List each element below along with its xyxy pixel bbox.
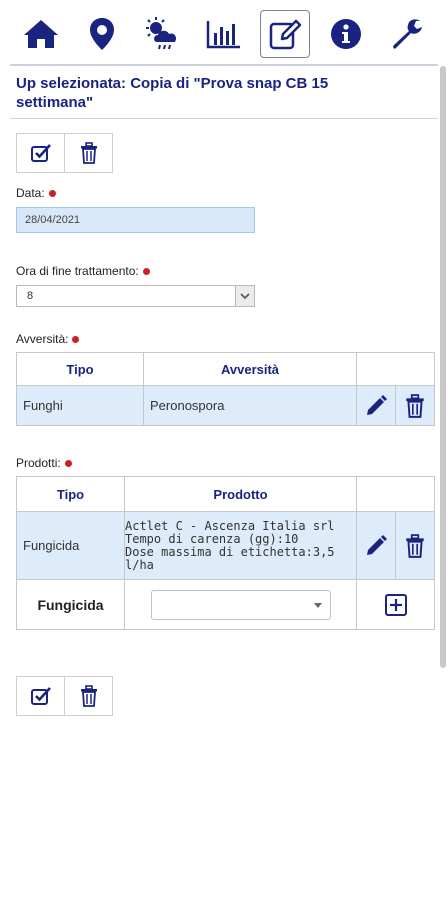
nav-weather-button[interactable] [138,10,188,58]
date-field[interactable]: 28/04/2021 [16,207,255,233]
column-header-avversita: Avversità [143,352,357,386]
products-table-header: Tipo Prodotto [16,476,435,512]
table-row[interactable]: Funghi Peronospora [16,385,435,426]
trash-icon [80,142,97,164]
add-product-row: Fungicida [16,579,435,630]
weather-icon [146,17,177,50]
required-indicator [64,460,72,468]
confirm-button[interactable] [17,134,64,172]
product-name: Actlet C - Ascenza Italia srl [125,518,335,533]
edit-row-button[interactable] [356,385,396,426]
add-product-button[interactable] [356,579,435,630]
date-label: Data: [16,186,56,200]
info-icon [331,19,361,49]
top-action-group [16,133,113,173]
edit-row-button[interactable] [356,511,396,580]
bar-chart-icon [206,21,240,49]
delete-row-button[interactable] [395,385,435,426]
top-navbar [0,0,448,64]
checkbox-check-icon [30,687,51,705]
nav-info-button[interactable] [321,10,371,58]
adversity-label-text: Avversità: [16,332,69,346]
required-indicator [72,336,80,344]
new-product-select-cell [124,579,357,630]
delete-button[interactable] [64,134,112,172]
required-indicator [142,268,150,276]
nav-home-button[interactable] [16,10,66,58]
title-divider [10,118,438,119]
page-title: Up selezionata: Copia di "Prova snap CB … [16,75,329,111]
end-time-select[interactable]: 8 [16,285,255,307]
plus-square-icon [384,593,407,616]
bottom-action-group [16,676,113,716]
required-indicator [48,190,56,198]
end-time-label-text: Ora di fine trattamento: [16,264,139,278]
wrench-icon [393,19,422,49]
adversity-table: Tipo Avversità Funghi Peronospora [16,352,435,426]
column-header-tipo: Tipo [16,476,125,512]
product-max-dose: Dose massima di etichetta:3,5 [125,544,335,559]
end-time-label: Ora di fine trattamento: [16,264,150,278]
adversity-label: Avversità: [16,332,80,346]
products-table: Tipo Prodotto Fungicida Actlet C - Ascen… [16,476,435,630]
product-type-cell: Fungicida [16,511,125,580]
new-product-type-cell: Fungicida [16,579,125,630]
delete-button[interactable] [64,677,112,715]
column-header-actions [356,476,435,512]
product-select[interactable] [150,589,331,620]
product-waiting-time: Tempo di carenza (gg):10 [125,531,299,546]
trash-icon [406,533,424,558]
nav-settings-button[interactable] [382,10,432,58]
products-label-text: Prodotti: [16,456,61,470]
nav-divider [10,64,438,66]
products-label: Prodotti: [16,456,72,470]
product-dose-unit: l/ha [125,557,154,572]
pencil-icon [367,394,387,415]
trash-icon [406,393,424,418]
nav-edit-button[interactable] [260,10,310,58]
adversity-type-cell: Funghi [16,385,144,426]
edit-icon [269,19,302,50]
trash-icon [80,685,97,707]
column-header-prodotto: Prodotto [124,476,357,512]
table-row[interactable]: Fungicida Actlet C - Ascenza Italia srl … [16,511,435,580]
column-header-actions [356,352,435,386]
nav-location-button[interactable] [77,10,127,58]
scrollbar[interactable] [440,66,446,668]
date-label-text: Data: [16,186,45,200]
adversity-table-header: Tipo Avversità [16,352,435,386]
chevron-down-icon [235,286,254,306]
caret-down-icon [313,602,322,608]
nav-chart-button[interactable] [199,10,249,58]
home-icon [24,20,58,48]
pencil-icon [367,534,387,555]
column-header-tipo: Tipo [16,352,144,386]
checkbox-check-icon [30,144,51,162]
map-marker-icon [90,18,114,50]
end-time-value: 8 [27,290,34,302]
product-detail-cell: Actlet C - Ascenza Italia srl Tempo di c… [124,511,357,580]
confirm-button[interactable] [17,677,64,715]
delete-row-button[interactable] [395,511,435,580]
adversity-name-cell: Peronospora [143,385,357,426]
